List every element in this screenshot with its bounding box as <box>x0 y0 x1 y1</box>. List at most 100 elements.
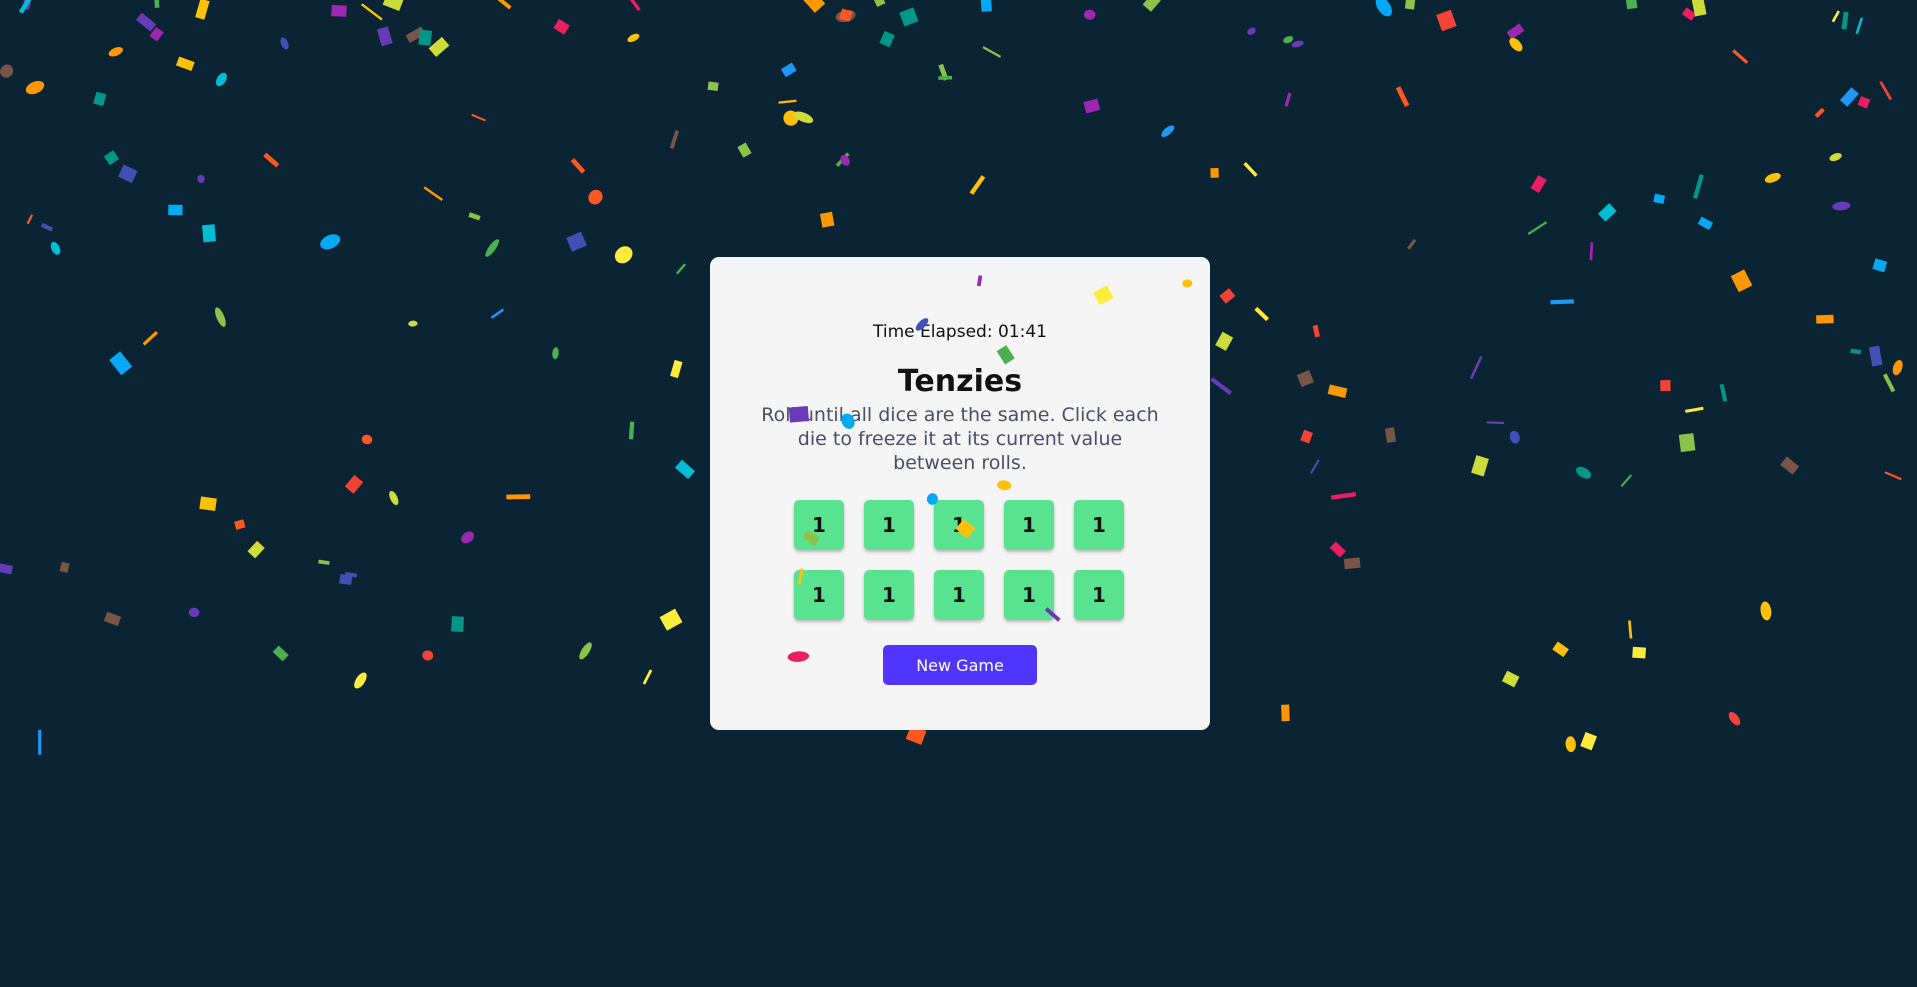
confetti-piece <box>1884 471 1902 481</box>
confetti-piece <box>18 0 35 14</box>
confetti-piece <box>1831 10 1840 23</box>
confetti-piece <box>1685 406 1704 413</box>
confetti-piece <box>382 0 405 11</box>
die[interactable]: 1 <box>1004 500 1054 550</box>
confetti-piece <box>154 0 160 8</box>
confetti-piece <box>1780 456 1800 475</box>
confetti-piece <box>345 571 358 578</box>
timer-label: Time Elapsed: <box>873 322 993 342</box>
confetti-piece <box>707 81 719 92</box>
confetti-piece <box>199 496 217 512</box>
instructions-text: Roll until all dice are the same. Click … <box>761 404 1159 474</box>
confetti-piece <box>418 29 433 46</box>
confetti-piece <box>23 0 31 11</box>
confetti-piece <box>670 359 683 379</box>
confetti-piece <box>175 56 195 71</box>
confetti-piece <box>26 214 34 225</box>
die[interactable]: 1 <box>794 500 844 550</box>
die[interactable]: 1 <box>1074 500 1124 550</box>
confetti-piece <box>1506 23 1525 40</box>
confetti-piece <box>1625 0 1638 10</box>
confetti-piece <box>659 608 683 631</box>
confetti-piece <box>1620 474 1632 488</box>
confetti-piece <box>1576 466 1592 479</box>
confetti-piece <box>1509 430 1520 444</box>
confetti-piece <box>1343 557 1361 570</box>
confetti-piece <box>1829 153 1842 162</box>
confetti-piece <box>1300 429 1313 444</box>
confetti-piece <box>969 175 986 195</box>
confetti-piece <box>109 351 133 376</box>
confetti-piece <box>103 150 120 166</box>
confetti-piece <box>108 47 123 57</box>
confetti-piece <box>1509 37 1523 52</box>
confetti-piece <box>461 531 475 544</box>
die[interactable]: 1 <box>794 570 844 620</box>
confetti-piece <box>840 155 850 166</box>
confetti-piece <box>408 320 418 327</box>
confetti-piece <box>360 3 383 21</box>
dice-grid: 1 1 1 1 1 1 1 1 1 1 <box>794 500 1124 620</box>
confetti-piece <box>1404 0 1416 10</box>
confetti-piece <box>234 519 246 530</box>
confetti-piece <box>344 474 364 494</box>
confetti-piece <box>980 0 992 12</box>
confetti-piece <box>118 164 138 184</box>
confetti-piece <box>0 562 13 575</box>
confetti-piece <box>1872 258 1888 273</box>
confetti-piece <box>675 263 687 275</box>
confetti-piece <box>938 75 953 80</box>
new-game-button[interactable]: New Game <box>883 645 1037 685</box>
confetti-piece <box>168 204 183 216</box>
confetti-piece <box>1471 455 1489 477</box>
die[interactable]: 1 <box>864 570 914 620</box>
confetti-piece <box>1760 601 1772 621</box>
confetti-piece <box>1384 427 1397 443</box>
confetti-piece <box>1469 356 1483 380</box>
confetti-piece <box>490 308 505 319</box>
confetti-piece <box>1291 40 1304 48</box>
confetti-piece <box>1816 314 1834 324</box>
confetti-piece <box>1375 0 1392 17</box>
confetti-piece <box>642 669 653 685</box>
confetti-piece <box>1678 433 1696 453</box>
confetti-piece <box>819 211 835 228</box>
confetti-piece <box>1219 288 1236 304</box>
confetti-piece <box>339 573 353 586</box>
confetti-piece <box>1312 324 1320 338</box>
confetti-piece <box>669 130 680 150</box>
confetti-piece <box>872 0 886 8</box>
confetti-piece <box>492 0 512 10</box>
confetti-piece <box>1281 704 1290 722</box>
confetti-piece <box>1719 383 1728 402</box>
confetti-piece <box>1330 491 1357 500</box>
die[interactable]: 1 <box>864 500 914 550</box>
time-elapsed: Time Elapsed: 01:41 <box>710 322 1210 342</box>
confetti-piece <box>142 330 158 346</box>
confetti-piece <box>588 189 603 205</box>
confetti-piece <box>1210 167 1219 178</box>
confetti-piece <box>1210 377 1232 395</box>
confetti-piece <box>552 347 559 360</box>
confetti-piece <box>1892 360 1903 376</box>
confetti-piece <box>1653 193 1666 204</box>
die[interactable]: 1 <box>1074 570 1124 620</box>
confetti-piece <box>1552 641 1569 658</box>
confetti-piece <box>674 459 696 480</box>
confetti-piece <box>783 110 799 126</box>
confetti-piece <box>803 0 826 13</box>
confetti-piece <box>838 8 853 22</box>
confetti-piece <box>40 222 54 232</box>
game-card: Time Elapsed: 01:41 Tenzies Roll until a… <box>710 257 1210 730</box>
confetti-piece <box>1697 216 1714 231</box>
confetti-piece <box>1501 670 1520 688</box>
die[interactable]: 1 <box>934 500 984 550</box>
die[interactable]: 1 <box>1004 570 1054 620</box>
die[interactable]: 1 <box>934 570 984 620</box>
confetti-piece <box>389 490 399 506</box>
confetti-piece <box>263 152 280 168</box>
confetti-piece <box>1660 380 1671 392</box>
page-title: Tenzies <box>897 364 1023 399</box>
confetti-piece <box>1868 345 1883 367</box>
confetti-piece <box>1329 541 1346 558</box>
